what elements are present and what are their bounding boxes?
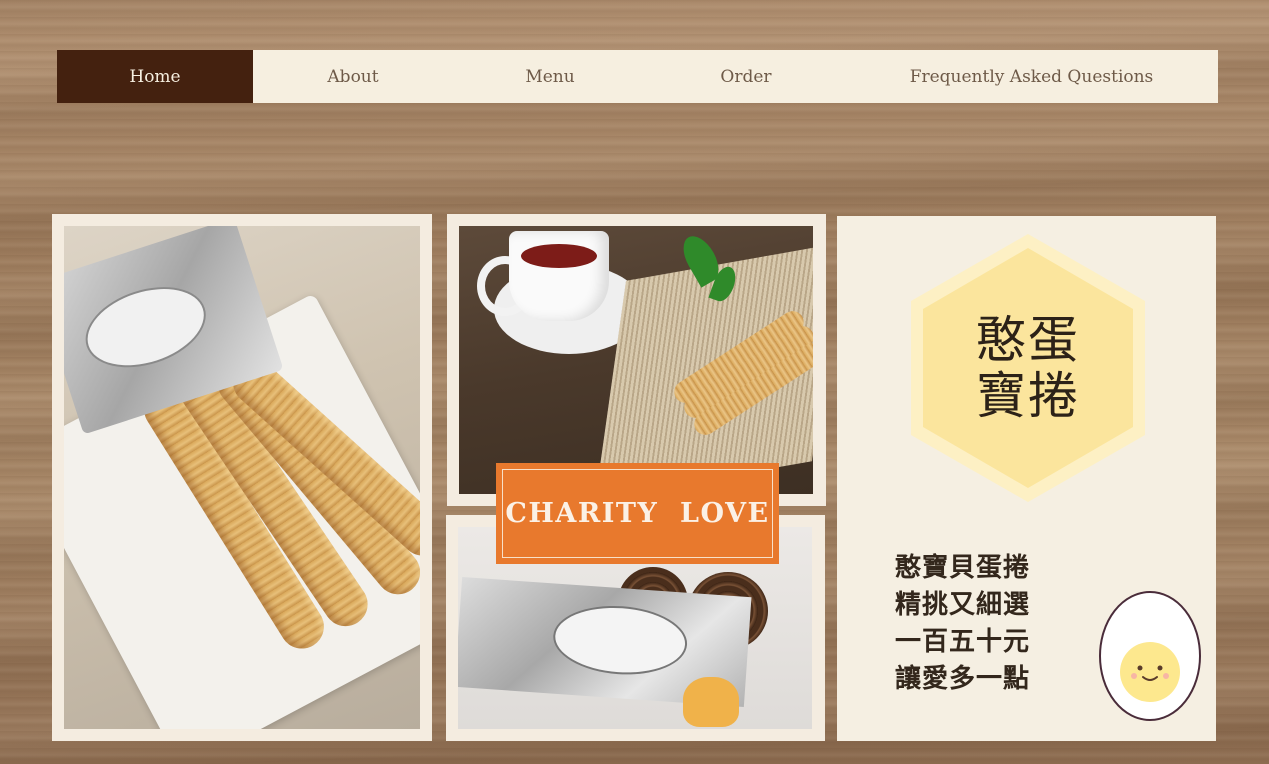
photo-frame-rolls-tray bbox=[52, 214, 432, 741]
slogan-line: 憨寶貝蛋捲 bbox=[895, 553, 1031, 583]
slogan-line: 一百五十元 bbox=[895, 627, 1031, 657]
tea-and-rolls-photo bbox=[459, 226, 813, 494]
slogan: 憨寶貝蛋捲 精挑又細選 一百五十元 讓愛多一點 bbox=[895, 550, 1030, 698]
nav-home[interactable]: Home bbox=[57, 50, 253, 103]
nav-faq[interactable]: Frequently Asked Questions bbox=[845, 50, 1218, 103]
package-logo-shape bbox=[550, 601, 690, 679]
top-nav: Home About Menu Order Frequently Asked Q… bbox=[57, 50, 1218, 103]
logo-line: 寶捲 bbox=[976, 367, 1080, 425]
dog-figurine-shape bbox=[683, 677, 739, 727]
brand-panel: 憨蛋 寶捲 憨寶貝蛋捲 精挑又細選 一百五十元 讓愛多一點 bbox=[837, 216, 1216, 741]
charity-love-badge: CHARITY LOVE bbox=[496, 463, 779, 564]
tea-surface-shape bbox=[521, 244, 597, 268]
egg-rolls-tray-photo bbox=[64, 226, 420, 729]
logo-hexagon: 憨蛋 寶捲 bbox=[907, 230, 1149, 506]
egg-mascot-icon bbox=[1099, 591, 1201, 721]
slogan-line: 讓愛多一點 bbox=[895, 664, 1031, 694]
nav-about[interactable]: About bbox=[253, 50, 453, 103]
logo-line: 憨蛋 bbox=[976, 311, 1080, 369]
package-logo-shape bbox=[75, 272, 217, 382]
logo-title: 憨蛋 寶捲 bbox=[907, 230, 1149, 506]
nav-order[interactable]: Order bbox=[647, 50, 845, 103]
slogan-line: 精挑又細選 bbox=[895, 590, 1031, 620]
badge-text: CHARITY LOVE bbox=[505, 498, 770, 529]
nav-menu[interactable]: Menu bbox=[453, 50, 647, 103]
